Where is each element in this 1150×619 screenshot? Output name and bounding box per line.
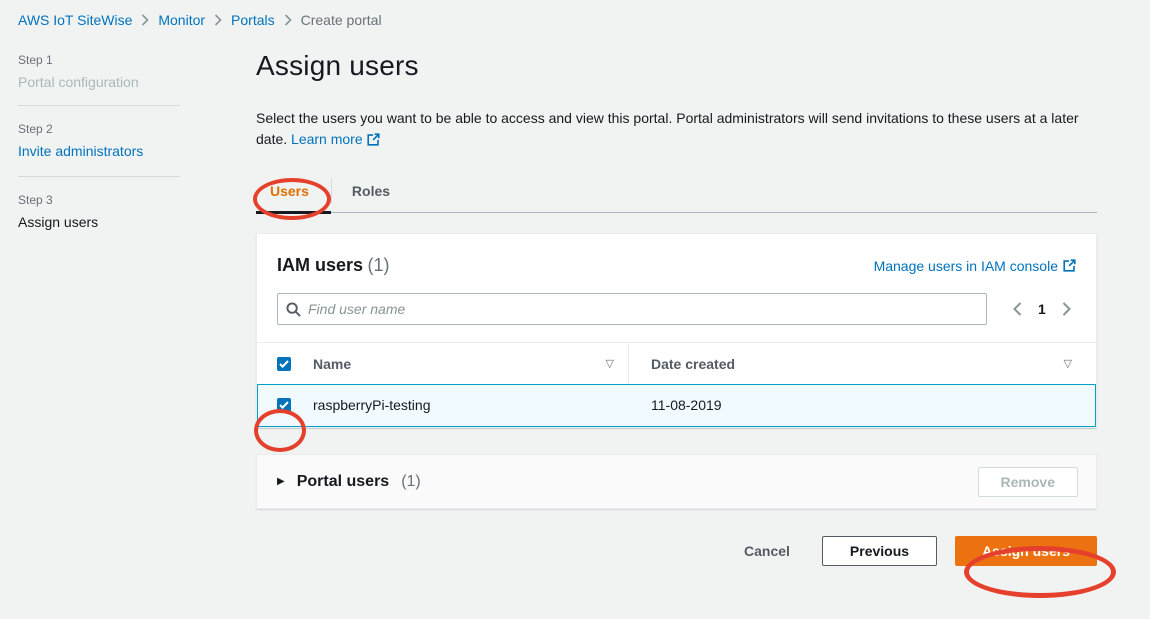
table-header-name-cell[interactable]: Name ▽ <box>313 343 629 384</box>
portal-users-title: Portal users <box>297 473 389 491</box>
wizard-steps-sidebar: Step 1 Portal configuration Step 2 Invit… <box>18 53 208 230</box>
tab-users[interactable]: Users <box>256 172 331 212</box>
breadcrumb-monitor[interactable]: Monitor <box>158 12 205 28</box>
iam-users-title: IAM users <box>277 255 363 275</box>
step-3-title: Assign users <box>18 214 208 230</box>
table-header-date-cell[interactable]: Date created ▽ <box>629 356 1096 372</box>
portal-users-expander[interactable]: ▶ Portal users (1) <box>277 473 421 491</box>
tab-bar: Users Roles <box>256 172 1097 213</box>
step-2-label: Step 2 <box>18 122 208 136</box>
breadcrumb-aws-iot-sitewise[interactable]: AWS IoT SiteWise <box>18 12 132 28</box>
pagination-prev-icon[interactable] <box>1013 302 1022 316</box>
row-date-cell: 11-08-2019 <box>629 397 1096 413</box>
pagination-current-page[interactable]: 1 <box>1038 301 1046 317</box>
previous-button[interactable]: Previous <box>822 536 937 566</box>
chevron-right-icon <box>214 14 222 26</box>
learn-more-link[interactable]: Learn more <box>291 129 380 150</box>
pagination: 1 <box>1013 301 1071 317</box>
footer-actions: Cancel Previous Assign users <box>256 536 1097 566</box>
breadcrumb: AWS IoT SiteWise Monitor Portals Create … <box>18 12 382 28</box>
step-3: Step 3 Assign users <box>18 193 208 230</box>
find-user-name-input[interactable] <box>308 301 978 317</box>
iam-users-title-group: IAM users (1) <box>277 255 389 276</box>
cancel-button[interactable]: Cancel <box>734 537 800 565</box>
column-header-name: Name <box>313 356 351 372</box>
sort-icon[interactable]: ▽ <box>1064 357 1072 370</box>
search-row: 1 <box>257 276 1096 342</box>
page-description: Select the users you want to be able to … <box>256 108 1097 150</box>
column-header-date-created: Date created <box>651 356 735 372</box>
step-divider <box>18 176 180 177</box>
external-link-icon <box>1063 259 1076 272</box>
row-name-cell: raspberryPi-testing <box>313 384 629 426</box>
step-divider <box>18 105 180 106</box>
step-2-link[interactable]: Invite administrators <box>18 143 143 159</box>
breadcrumb-portals[interactable]: Portals <box>231 12 275 28</box>
learn-more-label: Learn more <box>291 129 363 150</box>
portal-users-count: (1) <box>401 473 421 491</box>
manage-users-iam-console-link[interactable]: Manage users in IAM console <box>874 258 1076 274</box>
search-icon <box>286 302 301 317</box>
portal-users-panel: ▶ Portal users (1) Remove <box>256 454 1097 509</box>
iam-users-count: (1) <box>367 255 389 275</box>
manage-users-iam-console-label: Manage users in IAM console <box>874 258 1058 274</box>
table-header-row: Name ▽ Date created ▽ <box>257 342 1096 385</box>
row-checkbox-cell <box>257 398 313 412</box>
chevron-right-icon <box>284 14 292 26</box>
step-2: Step 2 Invite administrators <box>18 122 208 161</box>
step-1-title: Portal configuration <box>18 74 208 90</box>
row-user-name: raspberryPi-testing <box>313 397 431 413</box>
select-all-checkbox[interactable] <box>277 357 291 371</box>
page-title: Assign users <box>256 50 1097 82</box>
step-1-label: Step 1 <box>18 53 208 67</box>
iam-users-panel: IAM users (1) Manage users in IAM consol… <box>256 233 1097 428</box>
expand-triangle-icon: ▶ <box>277 476 285 487</box>
main-content: Assign users Select the users you want t… <box>256 50 1097 566</box>
breadcrumb-create-portal: Create portal <box>301 12 382 28</box>
assign-users-button[interactable]: Assign users <box>955 536 1097 566</box>
chevron-right-icon <box>141 14 149 26</box>
row-date-created: 11-08-2019 <box>651 397 722 413</box>
pagination-next-icon[interactable] <box>1062 302 1071 316</box>
row-checkbox[interactable] <box>277 398 291 412</box>
user-search-box <box>277 293 987 325</box>
table-row-raspberrypi-testing[interactable]: raspberryPi-testing 11-08-2019 <box>257 384 1096 427</box>
step-3-label: Step 3 <box>18 193 208 207</box>
step-1: Step 1 Portal configuration <box>18 53 208 90</box>
external-link-icon <box>367 133 380 146</box>
sort-icon[interactable]: ▽ <box>606 357 614 370</box>
iam-users-panel-header: IAM users (1) Manage users in IAM consol… <box>257 234 1096 276</box>
remove-button[interactable]: Remove <box>978 467 1078 497</box>
tab-roles[interactable]: Roles <box>332 172 410 212</box>
table-header-checkbox-cell <box>257 357 313 371</box>
